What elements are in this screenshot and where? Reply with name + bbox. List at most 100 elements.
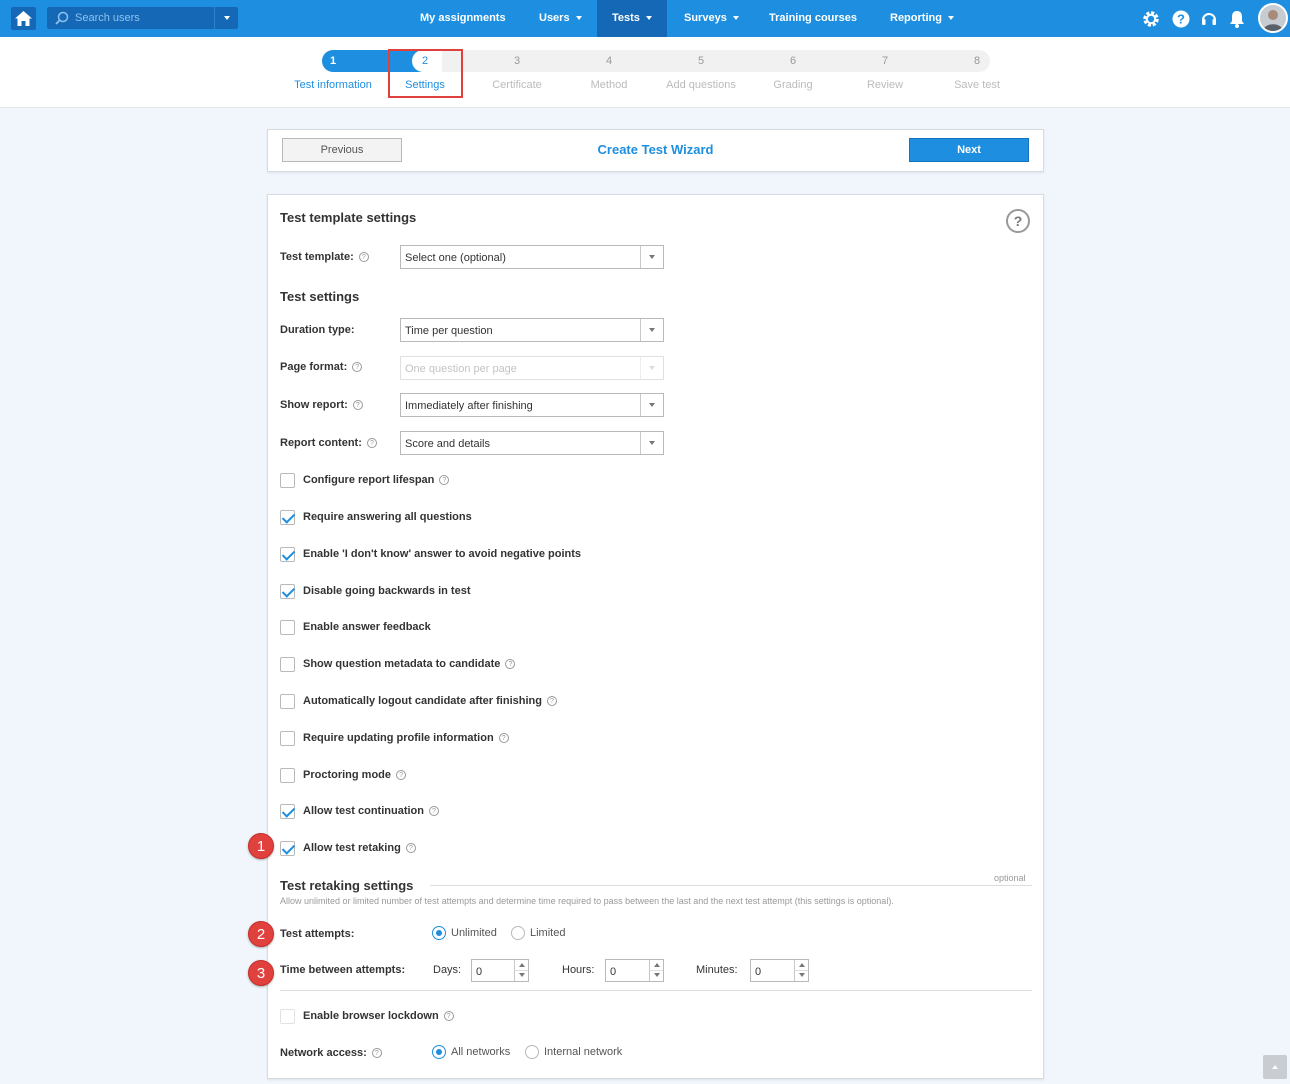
- days-input[interactable]: 0: [471, 959, 529, 982]
- report-content-select[interactable]: Score and details: [400, 431, 664, 455]
- spinner[interactable]: [794, 960, 808, 981]
- scroll-to-top-button[interactable]: [1263, 1055, 1287, 1079]
- help-icon[interactable]: ?: [1006, 209, 1030, 233]
- network-internal-radio[interactable]: Internal network: [525, 1045, 622, 1059]
- checkbox[interactable]: [280, 583, 295, 599]
- option-disable-going-backwards[interactable]: Disable going backwards in test: [280, 583, 471, 599]
- nav-training-courses[interactable]: Training courses: [763, 0, 863, 37]
- test-template-select[interactable]: Select one (optional): [400, 245, 664, 269]
- step-test-information[interactable]: Test information: [283, 79, 383, 91]
- question-icon[interactable]: ?: [405, 843, 416, 853]
- option-enable-answer-feedback[interactable]: Enable answer feedback: [280, 619, 431, 635]
- step-certificate[interactable]: Certificate: [467, 79, 567, 91]
- nav-users[interactable]: Users: [533, 0, 588, 37]
- step-6-number: 6: [789, 55, 797, 67]
- chevron-down-icon: [799, 973, 805, 977]
- annotation-badge-3: 3: [248, 960, 274, 986]
- gear-icon[interactable]: [1141, 9, 1160, 28]
- search-users-input[interactable]: Search users: [47, 7, 238, 29]
- question-icon[interactable]: ?: [505, 659, 516, 669]
- question-icon[interactable]: ?: [371, 1048, 382, 1058]
- option-auto-logout[interactable]: Automatically logout candidate after fin…: [280, 693, 557, 709]
- chevron-down-icon: [640, 357, 663, 379]
- spinner[interactable]: [514, 960, 528, 981]
- question-icon[interactable]: ?: [396, 770, 407, 780]
- report-content-label: Report content:?: [280, 437, 377, 449]
- show-report-label: Show report:?: [280, 399, 363, 411]
- radio-button[interactable]: [525, 1045, 539, 1059]
- checkbox[interactable]: [280, 656, 295, 672]
- checkbox[interactable]: [280, 1008, 295, 1024]
- step-4-number: 4: [605, 55, 613, 67]
- step-grading[interactable]: Grading: [743, 79, 843, 91]
- checkbox[interactable]: [280, 619, 295, 635]
- option-configure-report-lifespan[interactable]: Configure report lifespan?: [280, 472, 450, 488]
- step-7-number: 7: [881, 55, 889, 67]
- question-icon[interactable]: ?: [352, 362, 363, 372]
- option-enable-i-dont-know[interactable]: Enable 'I don't know' answer to avoid ne…: [280, 546, 581, 562]
- network-access-label: Network access:?: [280, 1047, 382, 1059]
- step-method[interactable]: Method: [559, 79, 659, 91]
- show-report-select[interactable]: Immediately after finishing: [400, 393, 664, 417]
- step-save-test[interactable]: Save test: [927, 79, 1027, 91]
- question-icon[interactable]: ?: [429, 806, 439, 816]
- spinner[interactable]: [649, 960, 663, 981]
- checkbox[interactable]: [280, 730, 295, 746]
- bell-icon[interactable]: [1227, 9, 1246, 28]
- step-1-number: 1: [329, 55, 337, 67]
- question-icon[interactable]: ?: [352, 400, 363, 410]
- option-allow-test-continuation[interactable]: Allow test continuation?: [280, 803, 439, 819]
- step-8-number: 8: [973, 55, 981, 67]
- chevron-down-icon: [575, 16, 582, 21]
- step-add-questions[interactable]: Add questions: [651, 79, 751, 91]
- search-dropdown-button[interactable]: [214, 7, 238, 29]
- top-navbar: Search users My assignments Users Tests …: [0, 0, 1290, 37]
- checkbox[interactable]: [280, 546, 295, 562]
- attempts-limited-radio[interactable]: Limited: [511, 926, 565, 940]
- test-template-label: Test template:?: [280, 251, 369, 263]
- checkbox[interactable]: [280, 767, 295, 783]
- days-label: Days:: [433, 964, 462, 976]
- checkbox[interactable]: [280, 840, 295, 856]
- home-button[interactable]: [11, 7, 36, 30]
- radio-button[interactable]: [511, 926, 525, 940]
- help-icon[interactable]: ?: [1171, 9, 1190, 28]
- checkbox[interactable]: [280, 693, 295, 709]
- attempts-unlimited-radio[interactable]: Unlimited: [432, 926, 497, 940]
- network-all-radio[interactable]: All networks: [432, 1045, 510, 1059]
- question-icon[interactable]: ?: [546, 696, 557, 706]
- hours-input[interactable]: 0: [605, 959, 664, 982]
- question-icon[interactable]: ?: [439, 475, 450, 485]
- checkbox[interactable]: [280, 803, 295, 819]
- option-require-answering-all[interactable]: Require answering all questions: [280, 509, 472, 525]
- divider: [430, 885, 1032, 886]
- radio-button[interactable]: [432, 1045, 446, 1059]
- option-show-question-metadata[interactable]: Show question metadata to candidate?: [280, 656, 516, 672]
- nav-surveys[interactable]: Surveys: [678, 0, 745, 37]
- duration-type-select[interactable]: Time per question: [400, 318, 664, 342]
- option-require-updating-profile[interactable]: Require updating profile information?: [280, 730, 509, 746]
- minutes-input[interactable]: 0: [750, 959, 809, 982]
- option-allow-test-retaking[interactable]: Allow test retaking?: [280, 840, 416, 856]
- question-icon[interactable]: ?: [498, 733, 509, 743]
- step-review[interactable]: Review: [835, 79, 935, 91]
- annotation-badge-2: 2: [248, 921, 274, 947]
- nav-my-assignments[interactable]: My assignments: [414, 0, 512, 37]
- next-button[interactable]: Next: [909, 138, 1029, 162]
- annotation-badge-1: 1: [248, 833, 274, 859]
- headset-icon[interactable]: [1199, 9, 1218, 28]
- time-between-attempts-label: Time between attempts:: [280, 964, 406, 976]
- avatar[interactable]: [1258, 3, 1288, 33]
- question-icon[interactable]: ?: [358, 252, 369, 262]
- option-enable-browser-lockdown[interactable]: Enable browser lockdown?: [280, 1008, 454, 1024]
- question-icon[interactable]: ?: [366, 438, 377, 448]
- option-proctoring-mode[interactable]: Proctoring mode?: [280, 767, 407, 783]
- chevron-up-icon: [799, 963, 805, 967]
- question-icon[interactable]: ?: [443, 1011, 454, 1021]
- nav-reporting[interactable]: Reporting: [884, 0, 960, 37]
- checkbox[interactable]: [280, 509, 295, 525]
- radio-button[interactable]: [432, 926, 446, 940]
- chevron-down-icon: [223, 16, 230, 20]
- nav-tests[interactable]: Tests: [597, 0, 667, 37]
- checkbox[interactable]: [280, 472, 295, 488]
